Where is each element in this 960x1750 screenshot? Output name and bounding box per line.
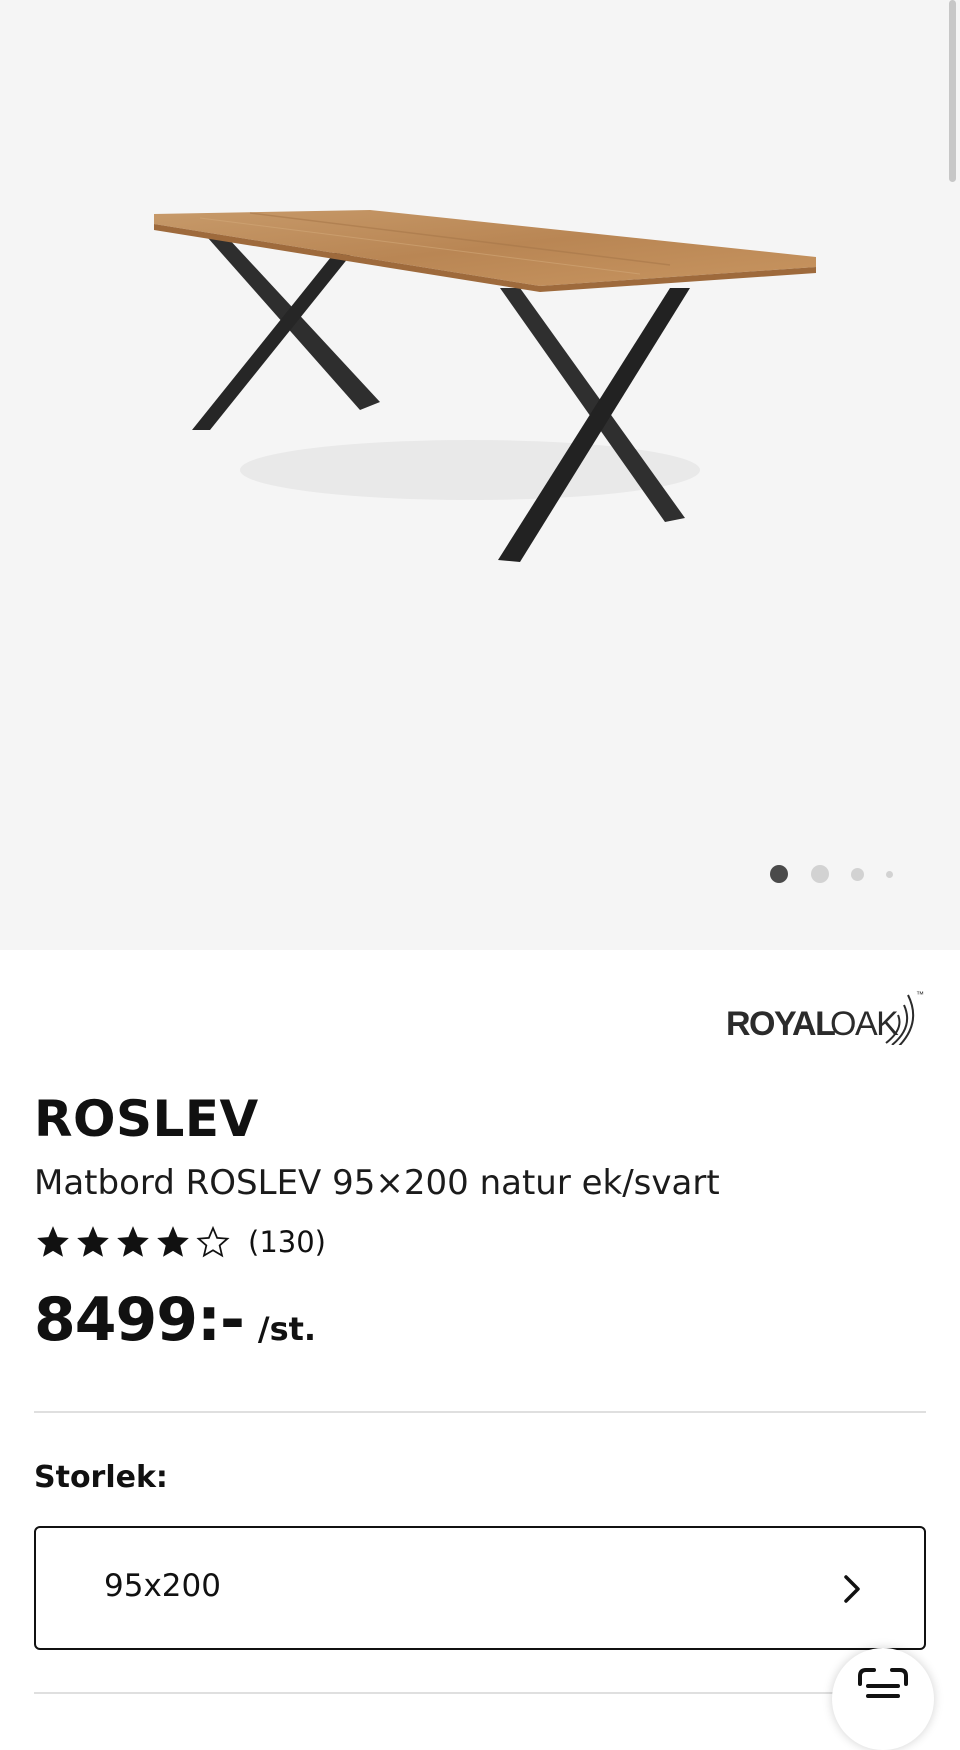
star-filled-icon [37,1226,69,1257]
divider [34,1411,926,1413]
size-selector[interactable]: 95x200 [34,1526,926,1650]
chevron-right-icon [844,1575,860,1603]
size-selected-value: 95x200 [104,1568,221,1604]
star-filled-icon [117,1226,149,1257]
product-rating[interactable]: (130) [34,1220,326,1264]
svg-text:™: ™ [916,990,924,999]
product-image [154,210,816,562]
scrollbar[interactable] [949,0,956,182]
pagination-dot[interactable] [851,868,864,881]
brand-logo-arcs-icon: ™ [885,990,924,1045]
brand-logo: ROYAL OAK ™ [726,985,926,1045]
pagination-dot[interactable] [886,871,893,878]
product-title: ROSLEV [34,1090,259,1148]
pagination-dot-active[interactable] [770,865,788,883]
scan-icon [858,1668,908,1698]
gallery-pagination[interactable] [764,863,904,883]
pagination-dot[interactable] [811,865,829,883]
star-outline-icon [196,1225,230,1258]
star-filled-icon [157,1226,189,1257]
star-filled-icon [77,1226,109,1257]
product-price: 8499:- /st. [34,1285,316,1355]
price-amount: 8499:- [34,1285,245,1355]
product-image-gallery[interactable] [0,0,960,950]
price-unit: /st. [257,1310,317,1348]
product-description: Matbord ROSLEV 95×200 natur ek/svart [34,1163,720,1203]
size-label: Storlek: [34,1460,168,1495]
review-count[interactable]: (130) [248,1225,326,1259]
scan-button[interactable] [832,1648,934,1750]
divider [34,1692,926,1694]
